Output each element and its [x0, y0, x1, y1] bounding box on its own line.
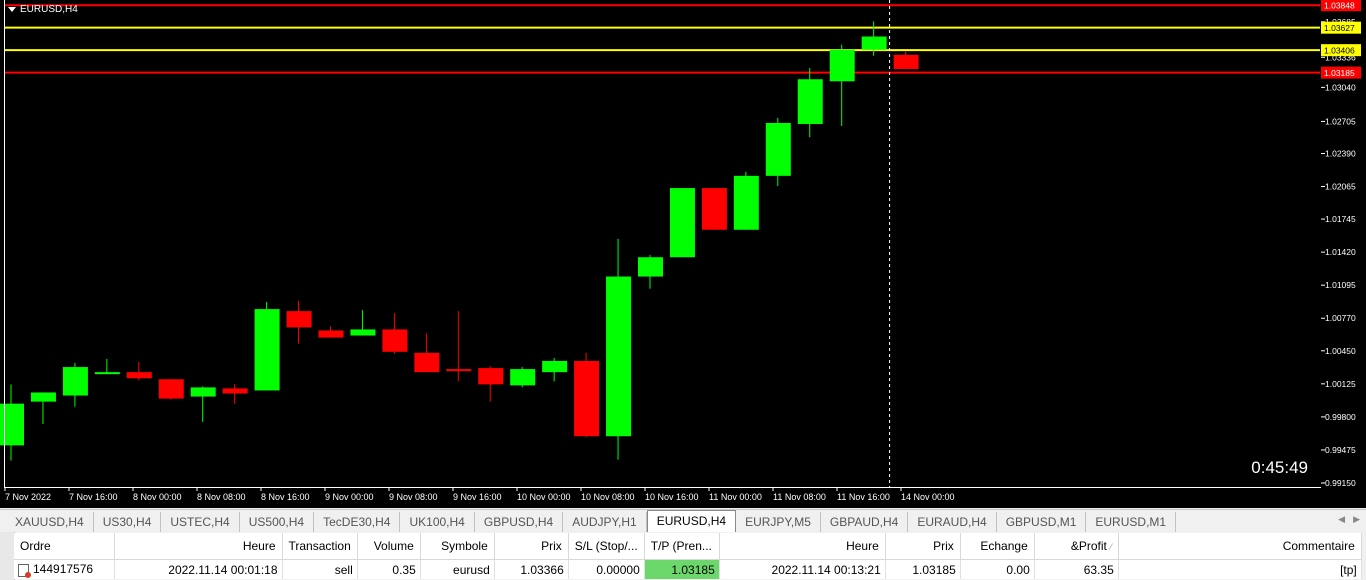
closed-order-icon [18, 563, 31, 578]
time-tick-label: 8 Nov 16:00 [261, 492, 310, 502]
price-tick-label: 0.99800 [1325, 412, 1356, 422]
tab-chart-eurusd-h4[interactable]: EURUSD,H4 [646, 510, 737, 532]
column-header-open-time[interactable]: Heure [114, 533, 283, 560]
price-level-label: 1.03848 [1324, 1, 1355, 11]
column-header-open-price[interactable]: Prix [494, 533, 569, 560]
tp-cell: 1.03185 [644, 559, 720, 579]
type-cell: sell [282, 559, 358, 579]
chart-tabs-bar: XAUUSD,H4 US30,H4 USTEC,H4 US500,H4 TecDE30,… [0, 509, 1366, 532]
column-header-type[interactable]: Transaction [282, 533, 358, 560]
table-row[interactable]: 144917576 2022.11.14 00:01:18 sell 0.35 … [14, 559, 1362, 579]
price-tick-label: 1.02705 [1325, 116, 1356, 126]
price-level-label: 1.03406 [1324, 46, 1355, 56]
price-tick-label: 1.00770 [1325, 313, 1356, 323]
tab-chart-gbpusd-h4[interactable]: GBPUSD,H4 [475, 512, 564, 532]
tab-scroll-left-icon[interactable]: ◀ [1338, 514, 1345, 525]
price-tick-label: 1.02390 [1325, 148, 1356, 158]
column-header-swap[interactable]: Echange [960, 533, 1035, 560]
open-price-cell: 1.03366 [494, 559, 569, 579]
time-tick-label: 11 Nov 00:00 [709, 492, 762, 502]
chart-window[interactable]: 1.038481.036851.036271.034061.033361.031… [0, 0, 1366, 508]
chart-menu-triangle-icon[interactable] [8, 7, 16, 12]
tab-chart-tecde30-h4[interactable]: TecDE30,H4 [314, 512, 401, 532]
price-tick-label: 1.00125 [1325, 379, 1356, 389]
price-tick-label: 1.01420 [1325, 247, 1356, 257]
time-tick-label: 14 Nov 00:00 [901, 492, 955, 502]
close-time-cell: 2022.11.14 00:13:21 [719, 559, 886, 579]
sl-cell: 0.00000 [568, 559, 645, 579]
terminal-side-label: inal [0, 552, 1, 568]
tab-chart-euraud-h4[interactable]: EURAUD,H4 [908, 512, 997, 532]
time-tick-label: 9 Nov 00:00 [325, 492, 374, 502]
profit-cell: 63.35 [1034, 559, 1119, 579]
column-header-profit-label: &Profit [1070, 539, 1107, 553]
comment-cell: [tp] [1118, 559, 1362, 579]
tab-chart-ustec-h4[interactable]: USTEC,H4 [161, 512, 240, 532]
column-header-close-price[interactable]: Prix [885, 533, 961, 560]
column-header-comment[interactable]: Commentaire [1118, 533, 1362, 560]
price-tick-label: 0.99475 [1325, 445, 1356, 455]
price-tick-label: 1.01095 [1325, 280, 1356, 290]
price-level-label: 1.03185 [1324, 68, 1355, 78]
time-tick-label: 8 Nov 08:00 [197, 492, 246, 502]
table-header-row: Ordre Heure Transaction Volume Symbole P… [14, 533, 1362, 560]
column-header-order[interactable]: Ordre [14, 533, 115, 560]
chart-title-text: EURUSD,H4 [20, 4, 78, 15]
sort-indicator-icon: ⁄ [1110, 542, 1112, 552]
time-tick-label: 10 Nov 08:00 [581, 492, 635, 502]
symbol-cell: eurusd [420, 559, 495, 579]
chart-title[interactable]: EURUSD,H4 [8, 4, 78, 15]
tab-chart-gbpaud-h4[interactable]: GBPAUD,H4 [821, 512, 909, 532]
price-tick-label: 1.03040 [1325, 82, 1356, 92]
tab-chart-gbpusd-m1[interactable]: GBPUSD,M1 [997, 512, 1087, 532]
open-time-cell: 2022.11.14 00:01:18 [114, 559, 283, 579]
time-tick-label: 9 Nov 16:00 [453, 492, 502, 502]
column-header-symbol[interactable]: Symbole [420, 533, 495, 560]
column-header-sl[interactable]: S/L (Stop/... [568, 533, 645, 560]
time-tick-label: 10 Nov 00:00 [517, 492, 571, 502]
volume-cell: 0.35 [357, 559, 421, 579]
column-header-volume[interactable]: Volume [357, 533, 421, 560]
time-tick-label: 8 Nov 00:00 [133, 492, 182, 502]
swap-cell: 0.00 [960, 559, 1035, 579]
bar-countdown-timer: 0:45:49 [1251, 458, 1308, 477]
column-header-tp[interactable]: T/P (Pren... [644, 533, 720, 560]
terminal-side-tab[interactable]: inal [0, 532, 15, 580]
column-header-close-time[interactable]: Heure [719, 533, 886, 560]
close-price-cell: 1.03185 [885, 559, 961, 579]
chart-frame [4, 0, 1321, 488]
tab-chart-eurusd-m1[interactable]: EURUSD,M1 [1086, 512, 1177, 532]
order-cell: 144917576 [14, 559, 115, 579]
tab-scroll-arrows: ◀ ▶ [1338, 514, 1360, 525]
time-tick-label: 10 Nov 16:00 [645, 492, 699, 502]
time-tick-label: 11 Nov 08:00 [773, 492, 826, 502]
tab-chart-uk100-h4[interactable]: UK100,H4 [400, 512, 475, 532]
tab-chart-eurjpy-m5[interactable]: EURJPY,M5 [736, 512, 821, 532]
price-tick-label: 1.01745 [1325, 214, 1356, 224]
time-tick-label: 11 Nov 16:00 [837, 492, 890, 502]
tab-chart-us30-h4[interactable]: US30,H4 [94, 512, 162, 532]
tab-chart-xauusd-h4[interactable]: XAUUSD,H4 [6, 512, 94, 532]
tab-chart-us500-h4[interactable]: US500,H4 [240, 512, 315, 532]
tab-scroll-right-icon[interactable]: ▶ [1353, 514, 1360, 525]
time-tick-label: 9 Nov 08:00 [389, 492, 438, 502]
order-number: 144917576 [33, 562, 94, 577]
price-tick-label: 0.99150 [1325, 478, 1356, 488]
trade-history-table: Ordre Heure Transaction Volume Symbole P… [14, 533, 1362, 579]
price-tick-label: 1.02065 [1325, 182, 1356, 192]
tab-chart-audjpy-h1[interactable]: AUDJPY,H1 [563, 512, 647, 532]
column-header-profit[interactable]: &Profit ⁄ [1034, 533, 1119, 560]
price-tick-label: 1.00450 [1325, 346, 1356, 356]
time-tick-label: 7 Nov 16:00 [69, 492, 118, 502]
time-tick-label: 7 Nov 2022 [5, 492, 51, 502]
price-level-label: 1.03627 [1324, 23, 1355, 33]
